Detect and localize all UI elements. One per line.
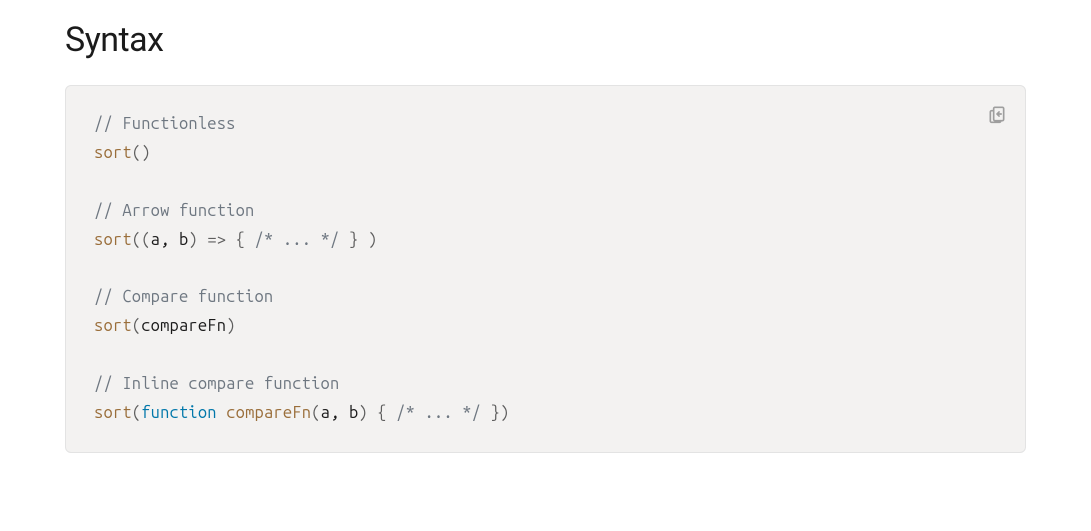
code-token: /* ... */ [255, 231, 340, 249]
code-token: compareFn [141, 317, 226, 335]
code-token [217, 404, 226, 422]
code-token: sort [94, 144, 132, 162]
code-line: sort(function compareFn(a, b) { /* ... *… [94, 399, 997, 428]
code-token: ( [132, 317, 141, 335]
code-token: ) { [358, 404, 396, 422]
clipboard-icon [987, 104, 1007, 124]
code-token: } ) [340, 231, 378, 249]
code-token: // Inline compare function [94, 375, 339, 393]
code-token: { [226, 231, 254, 249]
code-token: (( [132, 231, 151, 249]
code-token: a, b [151, 231, 189, 249]
code-token: sort [94, 317, 132, 335]
section-heading-syntax: Syntax [65, 20, 1026, 60]
code-token: ( [311, 404, 320, 422]
code-line: // Compare function [94, 283, 997, 312]
code-token: /* ... */ [396, 404, 481, 422]
code-token: // Arrow function [94, 202, 254, 220]
code-token: ( [132, 404, 141, 422]
code-token: sort [94, 404, 132, 422]
code-token: // Functionless [94, 115, 236, 133]
code-line: sort((a, b) => { /* ... */ } ) [94, 226, 997, 255]
code-token: function [141, 404, 217, 422]
copy-button[interactable] [983, 100, 1011, 128]
code-content: // Functionlesssort()// Arrow functionso… [94, 110, 997, 428]
code-line: sort() [94, 139, 997, 168]
code-token: () [132, 144, 151, 162]
code-token: sort [94, 231, 132, 249]
code-blank-line [94, 254, 997, 283]
code-token: ) [188, 231, 207, 249]
code-token: }) [481, 404, 509, 422]
code-token: // Compare function [94, 288, 273, 306]
code-line: // Functionless [94, 110, 997, 139]
code-line: sort(compareFn) [94, 312, 997, 341]
code-token: => [207, 231, 226, 249]
code-line: // Inline compare function [94, 370, 997, 399]
code-blank-line [94, 341, 997, 370]
code-blank-line [94, 168, 997, 197]
code-token: a, b [321, 404, 359, 422]
code-line: // Arrow function [94, 197, 997, 226]
code-token: ) [226, 317, 235, 335]
code-block: // Functionlesssort()// Arrow functionso… [65, 85, 1026, 453]
code-token: compareFn [226, 404, 311, 422]
